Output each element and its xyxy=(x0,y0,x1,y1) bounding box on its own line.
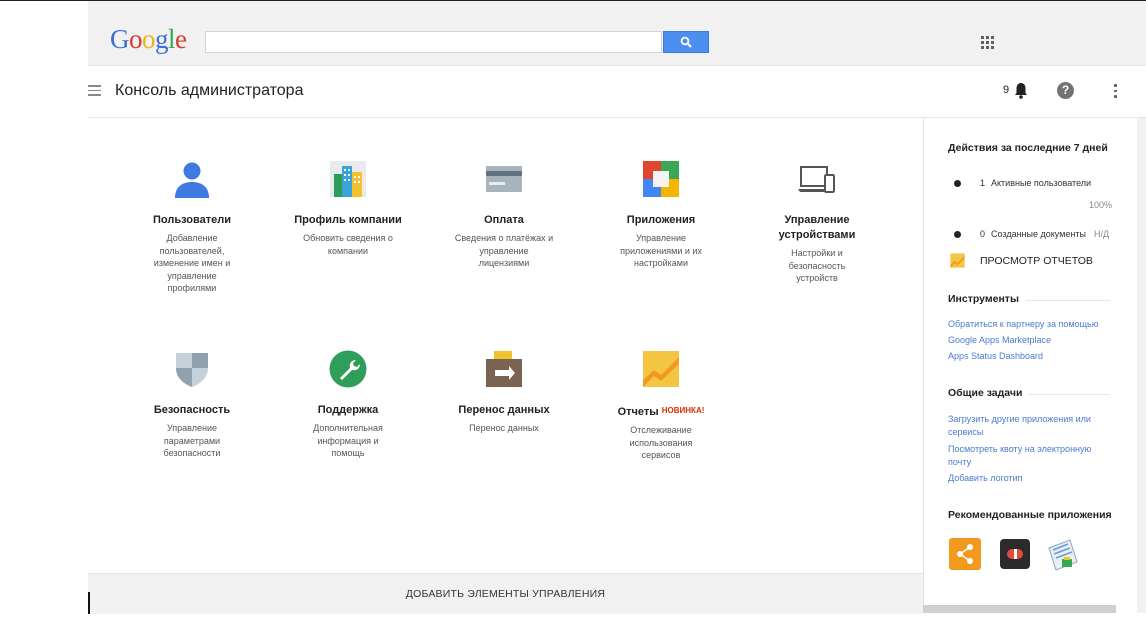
view-reports-label: ПРОСМОТР ОТЧЕТОВ xyxy=(980,255,1093,267)
support-wrench-icon xyxy=(329,350,367,388)
logo-letter: G xyxy=(110,24,130,54)
tile-description: Отслеживание использования сервисов xyxy=(629,425,693,460)
tile-description: Обновить сведения о компании xyxy=(303,233,393,256)
activity-title: Действия за последние 7 дней xyxy=(948,142,1108,154)
page-title: Консоль администратора xyxy=(115,82,304,99)
tile-apps[interactable]: Приложения Управление приложениями и их … xyxy=(601,160,721,300)
active-users-label: Активные пользователи xyxy=(991,178,1092,188)
logo-letter: g xyxy=(155,24,169,54)
divider xyxy=(1028,394,1110,395)
top-bar: Google xyxy=(88,1,1146,66)
stat-bullet xyxy=(954,231,961,238)
tile-title: Управление устройствами xyxy=(778,214,856,241)
tile-title: Приложения xyxy=(626,214,696,226)
tile-title: Оплата xyxy=(484,214,524,226)
new-badge: НОВИНКА! xyxy=(661,406,705,415)
logo-letter: e xyxy=(175,24,187,54)
tile-billing[interactable]: Оплата Сведения о платёжах и управление … xyxy=(444,160,564,300)
bottom-bar: ДОБАВИТЬ ЭЛЕМЕНТЫ УПРАВЛЕНИЯ xyxy=(88,573,923,614)
logo-letter: l xyxy=(168,24,176,54)
tile-description: Перенос данных xyxy=(469,423,539,433)
data-migration-icon xyxy=(486,351,522,387)
tools-link-partner[interactable]: Обратиться к партнеру за помощью xyxy=(948,318,1113,331)
tasks-link-email-quota[interactable]: Посмотреть квоту на электронную почту xyxy=(948,443,1108,468)
view-reports-button[interactable]: ПРОСМОТР ОТЧЕТОВ xyxy=(948,252,1108,270)
tile-title: Пользователи xyxy=(152,214,231,226)
tile-description: Добавление пользователей, изменение имен… xyxy=(153,233,231,293)
tools-title: Инструменты xyxy=(948,293,1019,305)
receipt-icon xyxy=(1048,539,1078,571)
security-shield-icon xyxy=(176,353,208,387)
created-docs-percent: Н/Д xyxy=(1094,229,1110,239)
reports-chart-icon xyxy=(950,253,965,268)
activity-sidebar: Действия за последние 7 дней 1 Активные … xyxy=(923,118,1138,613)
help-icon[interactable]: ? xyxy=(1057,82,1074,99)
active-users-count: 1 xyxy=(980,178,986,188)
tile-users[interactable]: Пользователи Добавление пользователей, и… xyxy=(132,160,252,300)
share-nodes-icon xyxy=(957,544,973,564)
created-docs-label: Созданные документы xyxy=(991,229,1086,239)
tasks-link-upload-apps[interactable]: Загрузить другие приложения или сервисы xyxy=(948,413,1108,438)
notification-count[interactable]: 9 xyxy=(1003,84,1009,96)
tile-title: Поддержка xyxy=(317,404,379,416)
hamburger-menu-icon[interactable] xyxy=(88,85,101,96)
google-logo[interactable]: Google xyxy=(110,24,187,54)
recommended-app-orange-icon[interactable] xyxy=(949,538,981,570)
search-icon xyxy=(680,36,692,48)
pill-logo-icon xyxy=(1007,549,1023,559)
more-vert-icon[interactable] xyxy=(1113,83,1117,99)
search-button[interactable] xyxy=(663,31,709,53)
devices-icon xyxy=(798,166,835,193)
tasks-link-add-logo[interactable]: Добавить логотип xyxy=(948,472,1113,485)
logo-letter: o xyxy=(129,24,143,54)
reports-chart-icon xyxy=(643,351,679,387)
tile-title-text: Отчеты xyxy=(617,406,659,418)
sidebar-bottom-bar xyxy=(923,605,1116,613)
recommended-title: Рекомендованные приложения xyxy=(948,509,1112,521)
tile-title: Безопасность xyxy=(153,404,231,416)
logo-letter: o xyxy=(142,24,156,54)
company-profile-icon xyxy=(330,161,366,197)
tile-title: Отчеты НОВИНКА! xyxy=(591,405,731,420)
tile-description: Дополнительная информация и помощь xyxy=(313,423,383,458)
divider xyxy=(1026,300,1110,301)
created-docs-count: 0 xyxy=(980,229,986,239)
apps-grid-icon[interactable] xyxy=(981,36,995,50)
apps-icon xyxy=(643,161,679,197)
tile-title: Профиль компании xyxy=(294,214,402,226)
tile-reports[interactable]: Отчеты НОВИНКА! Отслеживание использован… xyxy=(601,350,721,470)
bell-icon[interactable] xyxy=(1014,82,1028,99)
text-cursor xyxy=(88,592,90,614)
tile-description: Настройки и безопасность устройств xyxy=(788,248,846,283)
tile-description: Сведения о платёжах и управление лицензи… xyxy=(454,233,554,268)
search-input[interactable] xyxy=(205,31,662,53)
admin-header: Консоль администратора 9 ? xyxy=(88,66,1146,118)
tile-description: Управление параметрами безопасности xyxy=(163,423,221,458)
stat-bullet xyxy=(954,180,961,187)
tools-link-marketplace[interactable]: Google Apps Marketplace xyxy=(948,334,1113,347)
tools-link-status-dashboard[interactable]: Apps Status Dashboard xyxy=(948,350,1113,363)
billing-card-icon xyxy=(486,166,522,192)
users-icon xyxy=(175,162,209,198)
active-users-percent: 100% xyxy=(1089,200,1113,210)
add-controls-button[interactable]: ДОБАВИТЬ ЭЛЕМЕНТЫ УПРАВЛЕНИЯ xyxy=(88,574,923,614)
tile-device-management[interactable]: Управление устройствами Настройки и безо… xyxy=(757,160,877,300)
recommended-app-dark-icon[interactable] xyxy=(1000,539,1030,569)
sidebar-scrollbar[interactable] xyxy=(1137,118,1146,613)
recommended-app-receipt-icon[interactable] xyxy=(1046,538,1078,571)
tile-support[interactable]: Поддержка Дополнительная информация и по… xyxy=(288,350,408,470)
tile-title: Перенос данных xyxy=(458,404,550,416)
tasks-title: Общие задачи xyxy=(948,387,1023,399)
tile-data-migration[interactable]: Перенос данных Перенос данных xyxy=(444,350,564,470)
tile-security[interactable]: Безопасность Управление параметрами безо… xyxy=(132,350,252,470)
tile-description: Управление приложениями и их настройками xyxy=(620,233,702,268)
tile-company-profile[interactable]: Профиль компании Обновить сведения о ком… xyxy=(288,160,408,300)
